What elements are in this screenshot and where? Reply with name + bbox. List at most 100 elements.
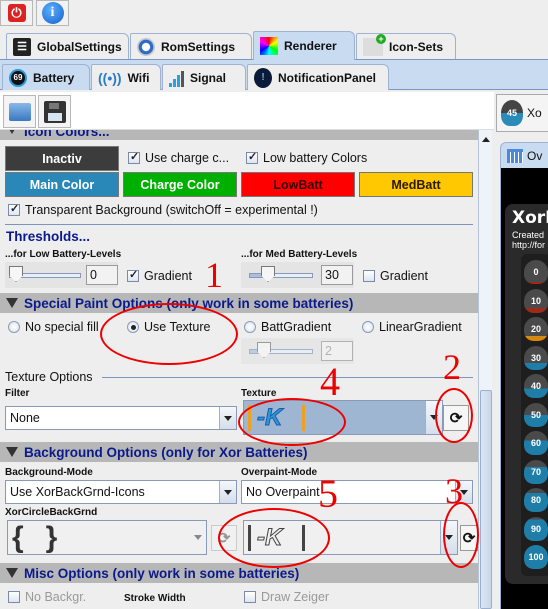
checkbox[interactable] <box>246 150 258 164</box>
low-gradient-checkbox[interactable]: Gradient <box>127 268 192 283</box>
slider-thumb[interactable] <box>261 266 275 282</box>
scroll-up-arrow-icon[interactable] <box>480 132 491 146</box>
medbatt-color-button[interactable]: MedBatt <box>359 172 473 197</box>
tab-label: Xo <box>527 106 542 120</box>
radio[interactable] <box>362 321 374 333</box>
chevron-down-icon[interactable] <box>189 521 206 554</box>
overview-tab[interactable]: Ov <box>500 142 548 168</box>
transparent-background-checkbox[interactable]: Transparent Background (switchOff = expe… <box>8 202 318 217</box>
low-battery-colors-checkbox[interactable]: Low battery Colors <box>246 150 368 165</box>
radio[interactable] <box>244 321 256 333</box>
toolbar <box>0 92 494 130</box>
save-disk-icon <box>43 100 66 123</box>
slider-track <box>249 273 313 278</box>
tab-label: Icon-Sets <box>389 39 444 54</box>
filter-select[interactable]: None <box>5 406 237 430</box>
main-color-button[interactable]: Main Color <box>5 172 119 197</box>
med-level-value[interactable]: 30 <box>321 265 353 285</box>
preview-panel: 45 Xo Ov XorB Created http://for 0 10 20 30… <box>494 92 548 609</box>
xor-preview-tab[interactable]: 45 Xo <box>496 94 548 132</box>
level-skull-icon: 30 <box>524 345 548 370</box>
chevron-down-icon[interactable] <box>219 481 236 503</box>
med-levels-label: ...for Med Battery-Levels <box>241 249 358 260</box>
annotation-circle-4 <box>238 398 346 446</box>
select-value: Use XorBackGrnd-Icons <box>10 485 145 499</box>
no-backgr-checkbox[interactable]: No Backgr. <box>8 590 86 604</box>
misc-options-header[interactable]: Misc Options (only work in some batterie… <box>0 563 478 583</box>
background-options-header[interactable]: Background Options (only for Xor Batteri… <box>0 442 478 462</box>
divider <box>102 377 473 378</box>
lowbatt-color-button[interactable]: LowBatt <box>241 172 355 197</box>
radio[interactable] <box>8 321 20 333</box>
tab-signal[interactable]: Signal <box>162 64 246 90</box>
annotation-number-3: 3 <box>445 471 463 511</box>
checkbox[interactable] <box>244 591 256 603</box>
special-paint-header[interactable]: Special Paint Options (only work in some… <box>0 293 478 313</box>
notification-icon: ! <box>254 67 272 88</box>
tab-icon-sets[interactable]: + Icon-Sets <box>356 33 456 59</box>
checkbox[interactable] <box>8 591 20 603</box>
tab-global-settings[interactable]: ☰ GlobalSettings <box>6 33 129 59</box>
annotation-number-4: 4 <box>320 359 340 404</box>
tab-label: Ov <box>527 148 543 163</box>
tab-battery[interactable]: 69 Battery <box>2 64 90 90</box>
info-button[interactable]: i <box>36 0 69 26</box>
section-title: Misc Options (only work in some batterie… <box>24 565 300 581</box>
open-button[interactable] <box>3 95 36 128</box>
checkbox[interactable] <box>128 150 140 164</box>
draw-zeiger-checkbox[interactable]: Draw Zeiger <box>244 590 329 604</box>
radio-linear-gradient[interactable]: LinearGradient <box>362 320 462 334</box>
low-level-value[interactable]: 0 <box>86 265 118 285</box>
checkbox[interactable] <box>363 270 375 282</box>
tab-renderer[interactable]: Renderer <box>253 31 355 60</box>
level-skull-icon: 100 <box>524 545 548 569</box>
chevron-down-icon[interactable] <box>219 407 236 429</box>
select-value: None <box>10 411 40 425</box>
background-mode-select[interactable]: Use XorBackGrnd-Icons <box>5 480 237 504</box>
preview-created: Created <box>512 230 545 240</box>
save-button[interactable] <box>38 95 71 128</box>
vertical-scrollbar[interactable] <box>478 130 492 609</box>
power-icon: ⏻ <box>7 4 26 22</box>
scroll-thumb[interactable] <box>480 390 492 609</box>
use-charge-checkbox[interactable]: Use charge c... <box>128 150 229 165</box>
low-levels-label: ...for Low Battery-Levels <box>5 249 122 260</box>
tab-notification-panel[interactable]: ! NotificationPanel <box>247 64 389 90</box>
level-skull-icon: 40 <box>524 374 548 398</box>
main-tab-bar: ☰ GlobalSettings RomSettings Renderer + … <box>0 30 548 60</box>
checkbox[interactable] <box>127 268 139 282</box>
tab-wifi[interactable]: ((•)) Wifi <box>91 64 161 90</box>
annotation-number-2: 2 <box>443 347 461 387</box>
slider-thumb[interactable] <box>9 266 23 282</box>
med-gradient-checkbox[interactable]: Gradient <box>363 269 428 283</box>
select-value: No Overpaint <box>246 485 320 499</box>
tab-label: Battery <box>33 70 75 85</box>
xor-circle-select[interactable]: {} <box>7 520 207 555</box>
level-skull-icon: 60 <box>524 431 548 455</box>
charge-color-button[interactable]: Charge Color <box>123 172 237 197</box>
icon-colors-header[interactable]: Icon Colors... <box>0 130 478 140</box>
annotation-circle-1 <box>100 303 238 365</box>
level-skull-icon: 10 <box>524 288 548 313</box>
xor-preview-card: XorB Created http://for 0 10 20 30 40 50 60 70 8… <box>505 204 548 584</box>
low-battery-slider[interactable]: 0 <box>5 262 118 288</box>
checkbox-label: Transparent Background (switchOff = expe… <box>25 203 318 217</box>
inactiv-color-button[interactable]: Inactiv <box>5 146 119 171</box>
divider <box>5 224 473 225</box>
power-button[interactable]: ⏻ <box>0 0 33 26</box>
tab-label: RomSettings <box>161 39 236 54</box>
stroke-width-label: Stroke Width <box>124 593 186 604</box>
radio-no-special-fill[interactable]: No special fill <box>8 320 99 334</box>
med-battery-slider[interactable]: 30 <box>241 262 354 288</box>
radio-label: No special fill <box>25 320 99 334</box>
xor-circle-label: XorCircleBackGrnd <box>5 507 98 518</box>
battery-69-icon: 69 <box>9 68 27 87</box>
checkbox-label: Low battery Colors <box>263 151 368 165</box>
slider-thumb[interactable] <box>257 342 271 358</box>
gear-bracket-icon: {} <box>12 520 80 554</box>
tab-rom-settings[interactable]: RomSettings <box>130 33 252 59</box>
radio-batt-gradient[interactable]: BattGradient <box>244 320 331 334</box>
level-skull-icon: 0 <box>524 260 548 284</box>
checkbox[interactable] <box>8 202 20 216</box>
overpaint-mode-select[interactable]: No Overpaint <box>241 480 473 504</box>
